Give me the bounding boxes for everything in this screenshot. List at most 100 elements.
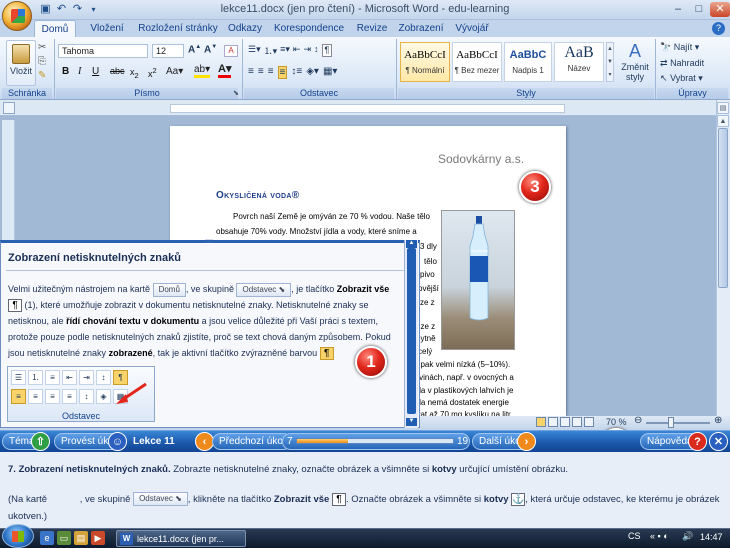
pilcrow-icon: ¶ [331, 492, 346, 506]
borders-icon[interactable]: ▦▾ [323, 66, 337, 79]
styles-scroll-icon[interactable]: ▲ ▼ ▾ [606, 42, 614, 82]
bold-icon[interactable]: B [62, 66, 69, 77]
strikethrough-icon[interactable]: abc [110, 66, 125, 76]
language-indicator[interactable]: CS [628, 531, 641, 541]
scroll-thumb[interactable] [718, 128, 728, 288]
ruler-scale[interactable] [170, 104, 565, 113]
tab-references[interactable]: Odkazy [224, 20, 266, 37]
zoom-in-icon[interactable]: ⊕ [714, 415, 722, 426]
style-title[interactable]: AaB Název [554, 42, 604, 82]
minimize-button[interactable]: – [668, 2, 688, 17]
font-color-icon[interactable]: A▾ [218, 64, 232, 78]
run-task-icon[interactable]: ☺ [108, 432, 127, 451]
font-size-combo[interactable]: 12 [152, 44, 184, 58]
grow-font-icon[interactable]: A▲ [188, 44, 201, 55]
style-normal[interactable]: AaBbCcI ¶ Normální [400, 42, 450, 82]
shrink-font-icon[interactable]: A▼ [204, 44, 217, 55]
theme-up-icon[interactable]: ⇧ [31, 432, 50, 451]
select-button[interactable]: ↖ Vybrat ▾ [660, 73, 703, 84]
help-scrollbar[interactable]: ▲ ▼ [404, 240, 418, 428]
align-right-icon[interactable]: ≡ [268, 66, 274, 79]
close-button[interactable]: ✕ [710, 2, 730, 17]
style-heading-1[interactable]: AaBbC Nadpis 1 [504, 42, 552, 82]
close-lesson-icon[interactable]: ✕ [709, 432, 728, 451]
style-name: ¶ Bez mezer [454, 66, 500, 75]
cut-icon[interactable]: ✂ [38, 42, 46, 53]
copy-icon[interactable]: ⎘ [38, 56, 46, 67]
maximize-button[interactable]: □ [689, 2, 709, 17]
scroll-up-icon[interactable]: ▲ [717, 115, 729, 127]
underline-icon[interactable]: U [92, 66, 99, 77]
explorer-icon[interactable]: ▤ [74, 531, 88, 545]
line-spacing-icon[interactable]: ↕≡ [291, 66, 302, 79]
find-button[interactable]: 🔭 Najít ▾ [660, 42, 699, 53]
start-button[interactable] [2, 524, 34, 548]
line-spacing-icon: ↕ [79, 389, 94, 404]
increase-indent-icon[interactable]: ⇥ [303, 44, 311, 57]
font-name-combo[interactable]: Tahoma [58, 44, 148, 58]
taskbar-word-window[interactable]: Wlekce11.docx (jen pr... [116, 530, 246, 547]
format-painter-icon[interactable]: ✎ [38, 70, 46, 81]
panel-grip-icon[interactable]: :::: [195, 238, 223, 246]
tab-page-layout[interactable]: Rozložení stránky [134, 20, 222, 37]
subscript-icon[interactable]: x2 [130, 67, 139, 80]
media-icon[interactable]: ▶ [91, 531, 105, 545]
numbering-icon[interactable]: ⒈▾ [264, 44, 278, 57]
help-icon[interactable]: ? [712, 22, 725, 35]
align-center-icon[interactable]: ≡ [258, 66, 264, 79]
sort-icon[interactable]: ↕ [314, 44, 319, 57]
tab-developer[interactable]: Vývojář [450, 20, 494, 37]
volume-icon[interactable]: 🔊 [682, 531, 693, 542]
desktop-icon[interactable]: ▭ [57, 531, 71, 545]
zoom-level[interactable]: 70 % [606, 417, 627, 427]
bullets-icon[interactable]: ☰▾ [248, 44, 261, 57]
full-screen-icon[interactable] [548, 417, 558, 427]
italic-icon[interactable]: I [78, 66, 81, 77]
style-preview: AaBbC [509, 49, 547, 61]
tab-view[interactable]: Zobrazení [394, 20, 448, 37]
decrease-indent-icon[interactable]: ⇤ [293, 44, 301, 57]
help-scroll-up-icon[interactable]: ▲ [406, 240, 417, 248]
prev-task-button[interactable]: Předchozí úkol [212, 433, 293, 450]
help-text-part: , je tlačítko [291, 284, 335, 294]
tab-home[interactable]: Domů [34, 20, 76, 37]
shading-icon[interactable]: ◈▾ [306, 66, 319, 79]
paste-button[interactable]: Vložit [6, 40, 36, 86]
highlight-icon[interactable]: ab▾ [194, 64, 211, 78]
superscript-icon[interactable]: x2 [148, 66, 157, 79]
next-task-icon[interactable]: › [517, 432, 536, 451]
tab-review[interactable]: Revize [352, 20, 392, 37]
show-all-icon[interactable]: ¶ [321, 44, 333, 57]
help-scroll-down-icon[interactable]: ▼ [406, 418, 417, 426]
outline-icon[interactable] [572, 417, 582, 427]
help-scroll-thumb[interactable] [407, 248, 416, 414]
office-button[interactable] [2, 1, 32, 31]
multilevel-list-icon[interactable]: ≡▾ [280, 44, 290, 57]
help-question-icon[interactable]: ? [688, 432, 707, 451]
clear-format-icon[interactable]: A [224, 45, 238, 57]
step-text: , klikněte na tlačítko [187, 494, 272, 505]
print-layout-icon[interactable] [536, 417, 546, 427]
anchor-bold: kotvy [483, 494, 509, 505]
tab-mailings[interactable]: Korespondence [268, 20, 350, 37]
align-left-icon[interactable]: ≡ [248, 66, 254, 79]
change-case-icon[interactable]: Aa▾ [166, 66, 183, 77]
ruler-toggle-icon[interactable]: ▤ [717, 102, 729, 114]
tray-icons[interactable]: « ▪ ◐ [650, 531, 669, 541]
zoom-out-icon[interactable]: ⊖ [634, 415, 642, 426]
tab-selector-button[interactable] [3, 102, 15, 114]
style-no-spacing[interactable]: AaBbCcI ¶ Bez mezer [452, 42, 502, 82]
office-logo-icon [11, 9, 25, 23]
document-line: 3 dly [420, 242, 437, 251]
dialog-launcher-icon[interactable]: ⬊ [233, 89, 239, 97]
zoom-slider-handle[interactable] [668, 417, 674, 428]
draft-icon[interactable] [584, 417, 594, 427]
ie-icon[interactable]: e [40, 531, 54, 545]
group-separator [54, 39, 55, 99]
zoom-slider[interactable] [646, 422, 710, 424]
replace-button[interactable]: ⇄ Nahradit [660, 58, 704, 69]
change-styles-button[interactable]: A Změnit styly [618, 40, 652, 86]
justify-icon[interactable]: ≡ [277, 66, 288, 79]
web-layout-icon[interactable] [560, 417, 570, 427]
tab-insert[interactable]: Vložení [82, 20, 132, 37]
